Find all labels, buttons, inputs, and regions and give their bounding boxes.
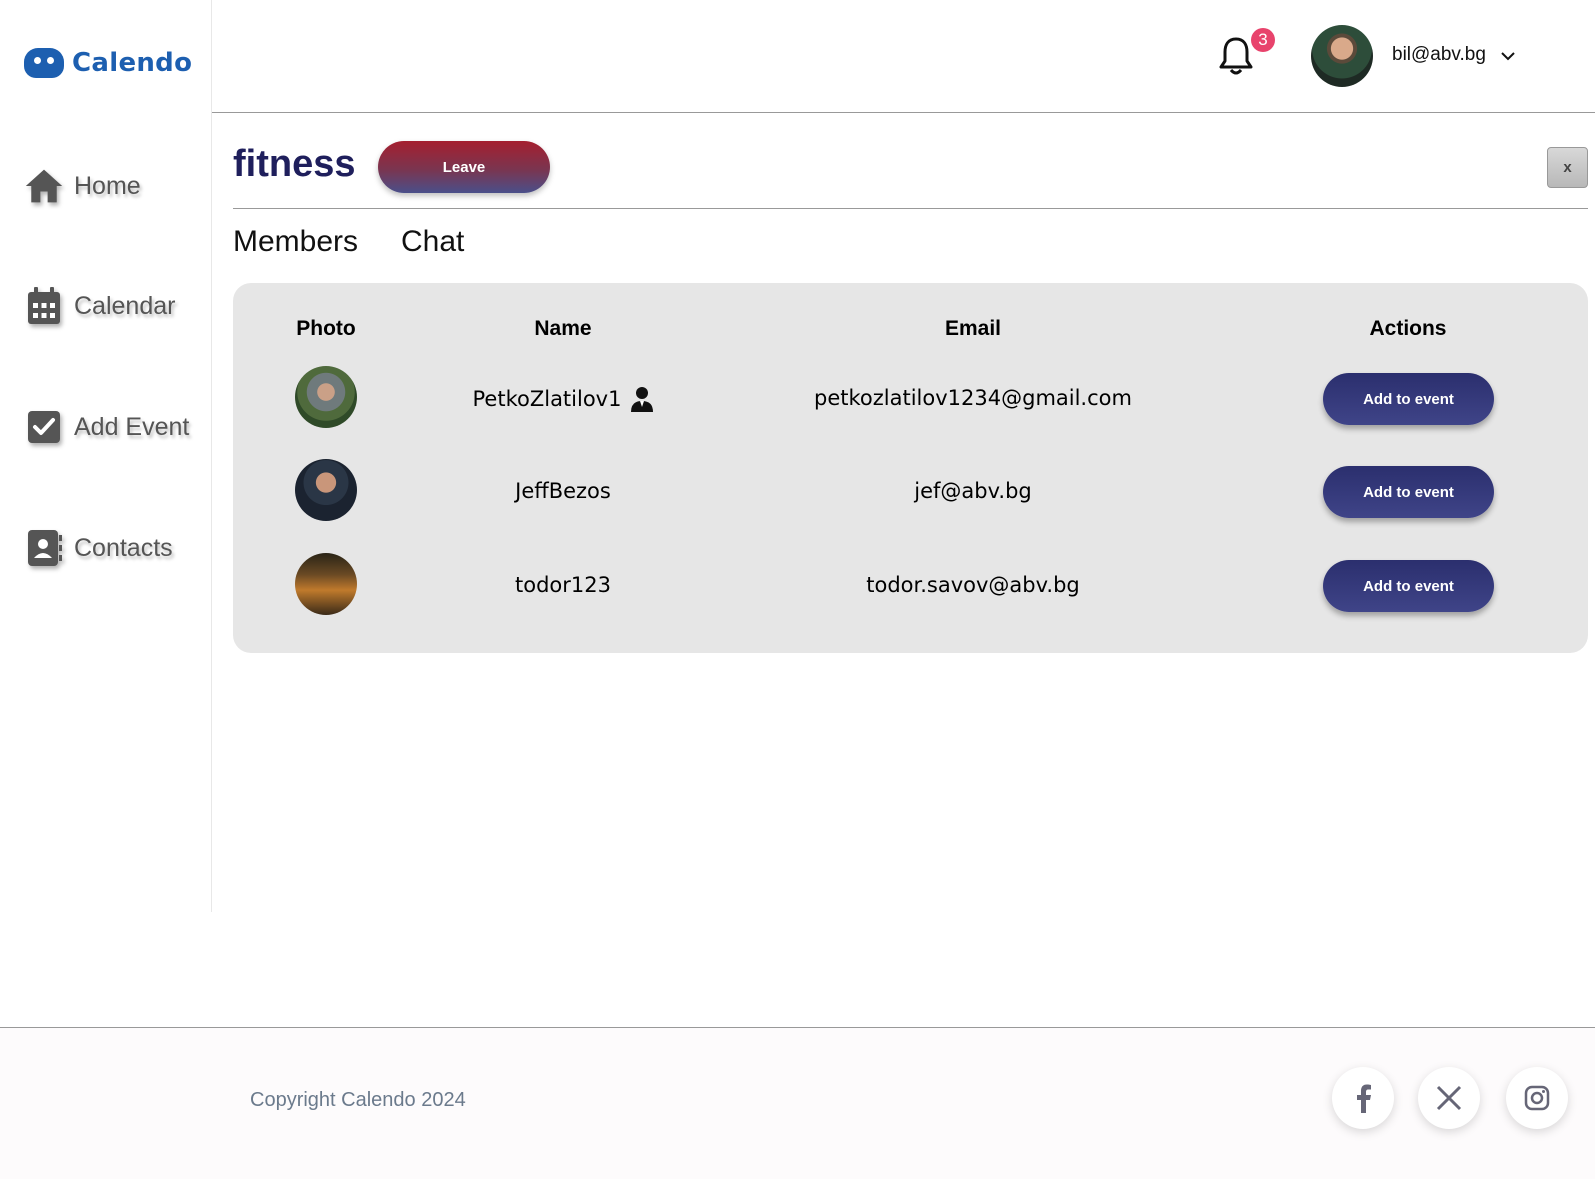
- bell-icon[interactable]: [1218, 36, 1254, 76]
- sidebar-item-label: Home: [74, 171, 141, 200]
- member-name: JeffBezos: [423, 479, 703, 503]
- sidebar-item-add-event[interactable]: Add Event: [24, 407, 189, 447]
- copyright-text: Copyright Calendo 2024: [250, 1089, 466, 1111]
- member-name: todor123: [423, 573, 703, 597]
- member-name-text: JeffBezos: [515, 479, 611, 503]
- top-bar: 3 bil@abv.bg: [212, 0, 1595, 113]
- contact-book-icon: [24, 528, 64, 568]
- close-button[interactable]: x: [1547, 147, 1588, 188]
- add-to-event-button[interactable]: Add to event: [1323, 373, 1494, 425]
- column-header-actions: Actions: [1369, 317, 1447, 340]
- x-icon[interactable]: [1418, 1067, 1480, 1129]
- member-name-text: PetkoZlatilov1: [472, 387, 622, 411]
- sidebar-item-label: Calendar: [74, 291, 176, 320]
- app-logo[interactable]: Calendo: [24, 48, 192, 78]
- member-email: todor.savov@abv.bg: [866, 573, 1080, 597]
- member-avatar: [295, 366, 357, 428]
- sidebar-item-contacts[interactable]: Contacts: [24, 528, 173, 568]
- sidebar: Calendo Home Calendar Add Event Contacts: [0, 0, 212, 912]
- add-to-event-button[interactable]: Add to event: [1323, 466, 1494, 518]
- leave-button[interactable]: Leave: [378, 141, 550, 193]
- column-header-email: Email: [944, 317, 1002, 340]
- table-row: JeffBezos jef@abv.bg Add to event: [233, 459, 1588, 529]
- footer: Copyright Calendo 2024: [0, 1027, 1595, 1179]
- admin-user-icon: [631, 387, 654, 412]
- tab-chat[interactable]: Chat: [401, 225, 464, 259]
- member-avatar: [295, 459, 357, 521]
- calendar-icon: [24, 286, 64, 326]
- sidebar-item-label: Add Event: [74, 412, 190, 441]
- sidebar-item-home[interactable]: Home: [24, 166, 141, 206]
- table-row: PetkoZlatilov1 petkozlatilov1234@gmail.c…: [233, 366, 1588, 436]
- table-row: todor123 todor.savov@abv.bg Add to event: [233, 553, 1588, 623]
- sidebar-item-label: Contacts: [74, 533, 173, 562]
- column-header-photo: Photo: [296, 317, 356, 340]
- logo-text: Calendo: [72, 48, 193, 78]
- user-avatar[interactable]: [1311, 25, 1373, 87]
- notification-badge: 3: [1251, 28, 1275, 52]
- members-table: Photo Name Email Actions PetkoZlatilov1 …: [233, 283, 1588, 653]
- add-to-event-button[interactable]: Add to event: [1323, 560, 1494, 612]
- tab-members[interactable]: Members: [233, 225, 358, 259]
- check-square-icon: [24, 407, 64, 447]
- member-avatar: [295, 553, 357, 615]
- logo-icon: [24, 48, 64, 78]
- user-email[interactable]: bil@abv.bg: [1392, 44, 1486, 66]
- member-email: petkozlatilov1234@gmail.com: [814, 386, 1132, 410]
- group-title: fitness: [233, 143, 356, 185]
- divider: [233, 208, 1588, 209]
- facebook-icon[interactable]: [1332, 1067, 1394, 1129]
- member-name-text: todor123: [515, 573, 611, 597]
- chevron-down-icon[interactable]: [1500, 48, 1516, 64]
- column-header-name: Name: [534, 317, 592, 340]
- instagram-icon[interactable]: [1506, 1067, 1568, 1129]
- home-icon: [24, 166, 64, 206]
- member-name: PetkoZlatilov1: [423, 386, 703, 412]
- sidebar-item-calendar[interactable]: Calendar: [24, 286, 175, 326]
- member-email: jef@abv.bg: [914, 479, 1032, 503]
